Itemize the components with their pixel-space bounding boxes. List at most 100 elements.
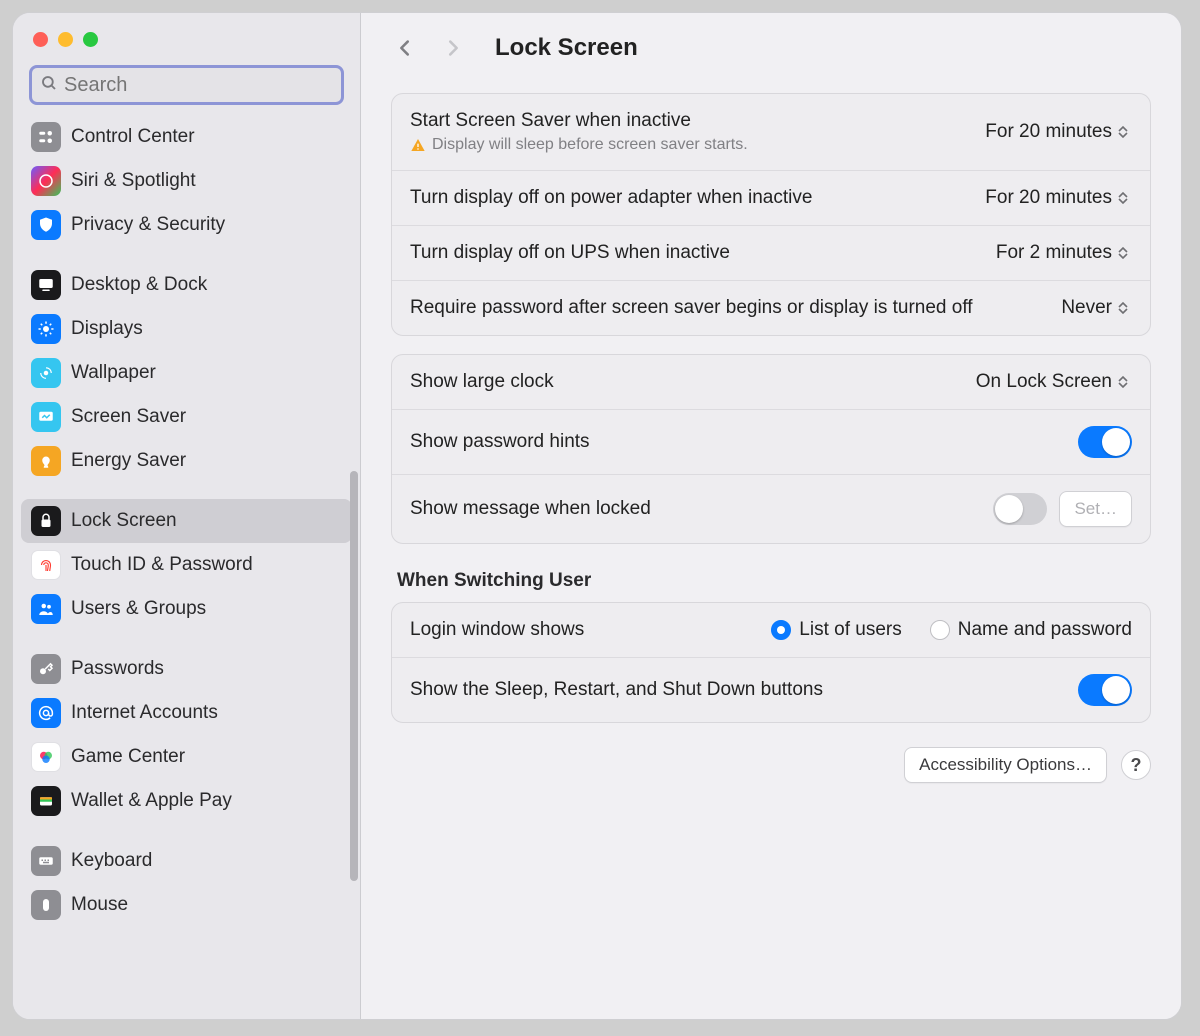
sidebar-item-users-groups[interactable]: Users & Groups: [21, 587, 352, 631]
control-center-icon: [31, 122, 61, 152]
row-display-off-power: Turn display off on power adapter when i…: [392, 171, 1150, 226]
display-off-power-popup[interactable]: For 20 minutes: [985, 187, 1132, 209]
at-icon: [31, 698, 61, 728]
content: Start Screen Saver when inactive Display…: [361, 83, 1181, 793]
sidebar-item-keyboard[interactable]: Keyboard: [21, 839, 352, 883]
sidebar-item-label: Control Center: [71, 126, 195, 148]
zoom-window-button[interactable]: [83, 32, 98, 47]
row-large-clock: Show large clock On Lock Screen: [392, 355, 1150, 410]
setting-warning: Display will sleep before screen saver s…: [410, 136, 973, 154]
sidebar-item-displays[interactable]: Displays: [21, 307, 352, 351]
sidebar-item-label: Siri & Spotlight: [71, 170, 196, 192]
sidebar-item-game-center[interactable]: Game Center: [21, 735, 352, 779]
sidebar-item-label: Internet Accounts: [71, 702, 218, 724]
minimize-window-button[interactable]: [58, 32, 73, 47]
chevron-updown-icon: [1118, 126, 1128, 138]
sidebar-item-label: Wallet & Apple Pay: [71, 790, 232, 812]
chevron-updown-icon: [1118, 376, 1128, 388]
sidebar-item-control-center[interactable]: Control Center: [21, 115, 352, 159]
chevron-updown-icon: [1118, 247, 1128, 259]
message-locked-toggle[interactable]: [993, 493, 1047, 525]
sidebar-item-label: Mouse: [71, 894, 128, 916]
close-window-button[interactable]: [33, 32, 48, 47]
setting-label: Show password hints: [410, 431, 1066, 453]
screen-saver-popup[interactable]: For 20 minutes: [985, 121, 1132, 143]
radio-label: List of users: [799, 619, 901, 641]
screen-saver-icon: [31, 402, 61, 432]
sidebar-item-mouse[interactable]: Mouse: [21, 883, 352, 927]
sidebar-item-wallpaper[interactable]: Wallpaper: [21, 351, 352, 395]
game-center-icon: [31, 742, 61, 772]
sidebar-item-label: Wallpaper: [71, 362, 156, 384]
radio-name-password[interactable]: Name and password: [930, 619, 1132, 641]
displays-icon: [31, 314, 61, 344]
wallet-icon: [31, 786, 61, 816]
desktop-dock-icon: [31, 270, 61, 300]
wallpaper-icon: [31, 358, 61, 388]
lock-icon: [31, 506, 61, 536]
row-sleep-buttons: Show the Sleep, Restart, and Shut Down b…: [392, 658, 1150, 722]
search-icon: [40, 74, 58, 97]
card-screen-behaviour: Start Screen Saver when inactive Display…: [391, 93, 1151, 336]
require-password-popup[interactable]: Never: [1061, 297, 1132, 319]
footer: Accessibility Options… ?: [391, 741, 1151, 783]
search-input[interactable]: [64, 74, 333, 97]
sidebar-item-passwords[interactable]: Passwords: [21, 647, 352, 691]
card-display-options: Show large clock On Lock Screen Show pas…: [391, 354, 1151, 544]
forward-button[interactable]: [439, 34, 467, 62]
sidebar-item-label: Lock Screen: [71, 510, 177, 532]
row-login-window: Login window shows List of users Name an…: [392, 603, 1150, 658]
card-switching-user: Login window shows List of users Name an…: [391, 602, 1151, 723]
row-password-hints: Show password hints: [392, 410, 1150, 475]
search-field[interactable]: [29, 65, 344, 105]
sidebar-item-energy-saver[interactable]: Energy Saver: [21, 439, 352, 483]
sidebar-item-privacy-security[interactable]: Privacy & Security: [21, 203, 352, 247]
sidebar-item-label: Desktop & Dock: [71, 274, 207, 296]
privacy-icon: [31, 210, 61, 240]
row-display-off-ups: Turn display off on UPS when inactive Fo…: [392, 226, 1150, 281]
radio-label: Name and password: [958, 619, 1132, 641]
sidebar-item-desktop-dock[interactable]: Desktop & Dock: [21, 263, 352, 307]
settings-window: Control Center Siri & Spotlight Privacy …: [12, 12, 1182, 1020]
sidebar-item-label: Screen Saver: [71, 406, 186, 428]
sidebar-item-screen-saver[interactable]: Screen Saver: [21, 395, 352, 439]
setting-label: Show the Sleep, Restart, and Shut Down b…: [410, 679, 1066, 701]
chevron-updown-icon: [1118, 302, 1128, 314]
back-button[interactable]: [391, 34, 419, 62]
sidebar-item-label: Energy Saver: [71, 450, 186, 472]
row-message-locked: Show message when locked Set…: [392, 475, 1150, 543]
sidebar-scrollbar[interactable]: [350, 471, 358, 881]
accessibility-options-button[interactable]: Accessibility Options…: [904, 747, 1107, 783]
keyboard-icon: [31, 846, 61, 876]
set-message-button[interactable]: Set…: [1059, 491, 1132, 527]
warning-icon: [410, 137, 426, 153]
sidebar-item-lock-screen[interactable]: Lock Screen: [21, 499, 352, 543]
fingerprint-icon: [31, 550, 61, 580]
sidebar-item-touchid-password[interactable]: Touch ID & Password: [21, 543, 352, 587]
sleep-buttons-toggle[interactable]: [1078, 674, 1132, 706]
key-icon: [31, 654, 61, 684]
main-panel: Lock Screen Start Screen Saver when inac…: [361, 13, 1181, 1019]
display-off-ups-popup[interactable]: For 2 minutes: [996, 242, 1132, 264]
sidebar-item-siri-spotlight[interactable]: Siri & Spotlight: [21, 159, 352, 203]
password-hints-toggle[interactable]: [1078, 426, 1132, 458]
setting-label: Turn display off on power adapter when i…: [410, 187, 973, 209]
sidebar-item-label: Privacy & Security: [71, 214, 225, 236]
sidebar-list[interactable]: Control Center Siri & Spotlight Privacy …: [13, 111, 360, 1019]
titlebar: [13, 13, 360, 65]
setting-label: Turn display off on UPS when inactive: [410, 242, 984, 264]
radio-list-of-users[interactable]: List of users: [771, 619, 901, 641]
sidebar-item-label: Passwords: [71, 658, 164, 680]
sidebar-item-internet-accounts[interactable]: Internet Accounts: [21, 691, 352, 735]
help-button[interactable]: ?: [1121, 750, 1151, 780]
sidebar: Control Center Siri & Spotlight Privacy …: [13, 13, 361, 1019]
energy-saver-icon: [31, 446, 61, 476]
row-require-password: Require password after screen saver begi…: [392, 281, 1150, 335]
radio-icon: [771, 620, 791, 640]
sidebar-item-wallet-apple-pay[interactable]: Wallet & Apple Pay: [21, 779, 352, 823]
setting-label: Require password after screen saver begi…: [410, 297, 1049, 319]
radio-icon: [930, 620, 950, 640]
large-clock-popup[interactable]: On Lock Screen: [976, 371, 1132, 393]
setting-label: Show message when locked: [410, 498, 981, 520]
sidebar-item-label: Displays: [71, 318, 143, 340]
